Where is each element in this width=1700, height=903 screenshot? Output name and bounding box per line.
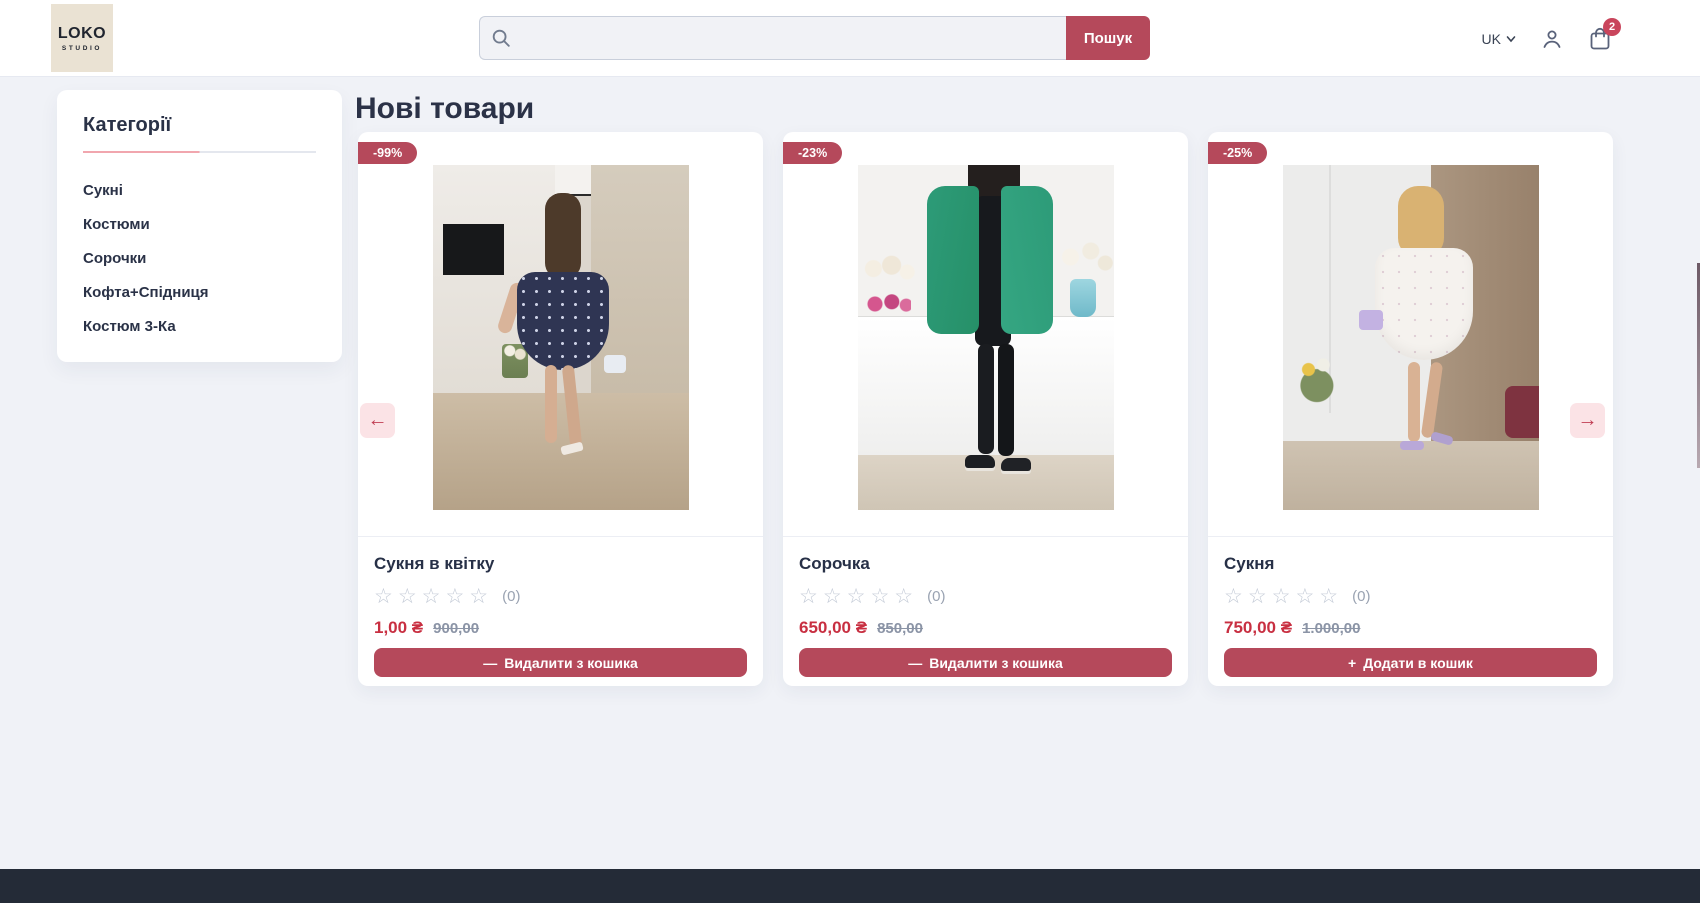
logo-text: LOKO xyxy=(58,25,106,43)
button-label: Видалити з кошика xyxy=(504,655,638,671)
account-button[interactable] xyxy=(1540,27,1564,51)
product-card[interactable]: -23% Сорочка ☆☆☆☆☆ (0) 650,00 ₴ 850,00 —… xyxy=(783,132,1188,686)
product-photo xyxy=(433,165,689,510)
product-photo xyxy=(1283,165,1539,510)
sidebar-item-sukni[interactable]: Сукні xyxy=(57,173,342,207)
product-old-price: 900,00 xyxy=(433,620,479,637)
language-selector[interactable]: UK xyxy=(1482,31,1516,47)
product-info: Сукня в квітку ☆☆☆☆☆ (0) 1,00 ₴ 900,00 —… xyxy=(358,536,763,686)
minus-icon: — xyxy=(908,655,922,671)
footer xyxy=(0,869,1700,903)
product-price: 750,00 ₴ xyxy=(1224,618,1292,638)
product-old-price: 850,00 xyxy=(877,620,923,637)
sidebar-title-underline xyxy=(83,151,316,153)
star-rating-icons: ☆☆☆☆☆ xyxy=(1224,586,1343,607)
sidebar-item-kostiumy[interactable]: Костюми xyxy=(57,207,342,241)
plus-icon: + xyxy=(1348,655,1356,671)
cart-button[interactable]: 2 xyxy=(1588,26,1612,52)
product-photo xyxy=(858,165,1114,510)
language-label: UK xyxy=(1482,31,1501,47)
rating-count: (0) xyxy=(1352,588,1370,605)
category-list: Сукні Костюми Сорочки Кофта+Спідниця Кос… xyxy=(57,173,342,343)
minus-icon: — xyxy=(483,655,497,671)
sidebar-item-kofta-spidnytsia[interactable]: Кофта+Спідниця xyxy=(57,275,342,309)
product-info: Сукня ☆☆☆☆☆ (0) 750,00 ₴ 1.000,00 + Дода… xyxy=(1208,536,1613,686)
cart-count-badge: 2 xyxy=(1603,18,1621,36)
product-card[interactable]: -25% Сукня ☆☆☆☆☆ (0) 750,00 ₴ 1.000,00 +… xyxy=(1208,132,1613,686)
carousel-next-button[interactable]: → xyxy=(1570,403,1605,438)
product-price: 650,00 ₴ xyxy=(799,618,867,638)
product-title: Сорочка xyxy=(799,554,1172,574)
discount-badge: -99% xyxy=(358,142,417,164)
search-icon xyxy=(490,27,512,49)
page-title: Нові товари xyxy=(355,92,534,126)
star-rating-icons: ☆☆☆☆☆ xyxy=(799,586,918,607)
product-price: 1,00 ₴ xyxy=(374,618,423,638)
header: LOKO STUDIO Пошук UK xyxy=(0,0,1700,77)
search-input[interactable] xyxy=(479,16,1066,60)
product-title: Сукня в квітку xyxy=(374,554,747,574)
button-label: Додати в кошик xyxy=(1363,655,1473,671)
chevron-down-icon xyxy=(1506,34,1516,44)
user-icon xyxy=(1540,27,1564,51)
remove-from-cart-button[interactable]: — Видалити з кошика xyxy=(799,648,1172,677)
arrow-right-icon: → xyxy=(1578,409,1598,432)
rating-count: (0) xyxy=(502,588,520,605)
search-button[interactable]: Пошук xyxy=(1066,16,1150,60)
product-info: Сорочка ☆☆☆☆☆ (0) 650,00 ₴ 850,00 — Вида… xyxy=(783,536,1188,686)
product-card[interactable]: -99% Сукня в квітку ☆☆☆☆☆ (0) 1,00 ₴ 900… xyxy=(358,132,763,686)
product-old-price: 1.000,00 xyxy=(1302,620,1360,637)
header-actions: UK 2 xyxy=(1482,0,1612,77)
sidebar-item-sorochky[interactable]: Сорочки xyxy=(57,241,342,275)
discount-badge: -23% xyxy=(783,142,842,164)
product-title: Сукня xyxy=(1224,554,1597,574)
logo[interactable]: LOKO STUDIO xyxy=(51,4,113,72)
logo-subtext: STUDIO xyxy=(62,45,102,52)
rating-count: (0) xyxy=(927,588,945,605)
button-label: Видалити з кошика xyxy=(929,655,1063,671)
discount-badge: -25% xyxy=(1208,142,1267,164)
arrow-left-icon: ← xyxy=(368,409,388,432)
add-to-cart-button[interactable]: + Додати в кошик xyxy=(1224,648,1597,677)
star-rating-icons: ☆☆☆☆☆ xyxy=(374,586,493,607)
sidebar-item-kostium-3ka[interactable]: Костюм 3-Ка xyxy=(57,309,342,343)
carousel-prev-button[interactable]: ← xyxy=(360,403,395,438)
remove-from-cart-button[interactable]: — Видалити з кошика xyxy=(374,648,747,677)
search-bar: Пошук xyxy=(479,16,1150,60)
sidebar-title: Категорії xyxy=(83,114,316,137)
categories-sidebar: Категорії Сукні Костюми Сорочки Кофта+Сп… xyxy=(57,90,342,362)
